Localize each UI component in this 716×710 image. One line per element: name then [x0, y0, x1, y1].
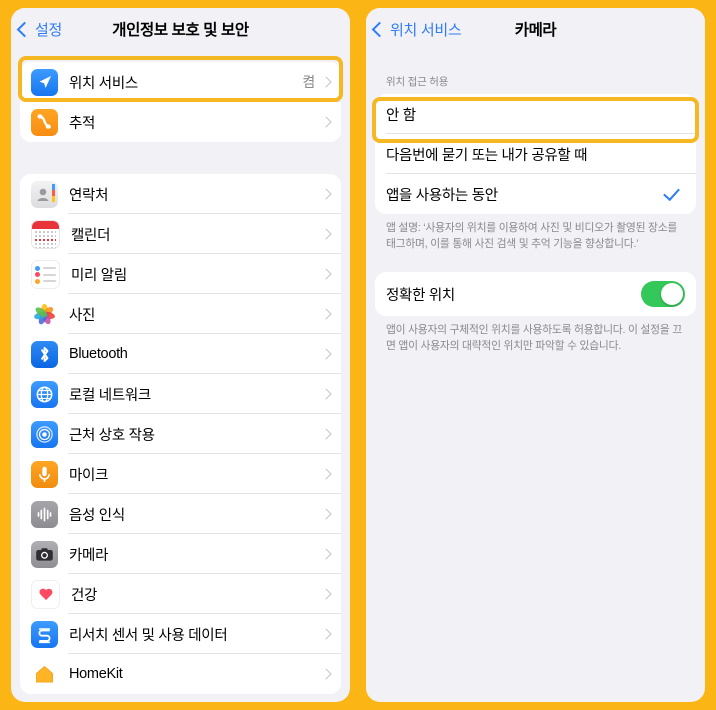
- row-label: 연락처: [69, 187, 109, 204]
- row-nearby-interactions[interactable]: 근처 상호 작용: [20, 414, 341, 454]
- row-label: 음성 인식: [69, 507, 125, 524]
- microphone-icon: [31, 460, 58, 488]
- checkmark-icon: [663, 183, 680, 201]
- row-research-sensor[interactable]: 리서치 센서 및 사용 데이터: [20, 614, 341, 654]
- row-label: 정확한 위치: [386, 287, 455, 304]
- option-label: 다음번에 묻기 또는 내가 공유할 때: [386, 147, 588, 164]
- row-label: 위치 서비스: [69, 75, 138, 92]
- row-local-network[interactable]: 로컬 네트워크: [20, 374, 341, 414]
- row-speech-recognition[interactable]: 음성 인식: [20, 494, 341, 534]
- row-calendar[interactable]: 캘린더: [20, 214, 341, 254]
- chevron-right-icon: [320, 548, 332, 560]
- speech-recognition-icon: [31, 500, 58, 528]
- privacy-settings-panel: 설정 개인정보 보호 및 보안 위치 서비스 켬 추적 연락처 캘린더 미리 알…: [11, 8, 350, 702]
- calendar-icon: [31, 219, 60, 249]
- chevron-right-icon: [320, 588, 332, 600]
- chevron-left-icon: [371, 21, 388, 37]
- left-navigation-bar: 설정 개인정보 보호 및 보안: [11, 8, 350, 50]
- row-photos[interactable]: 사진: [20, 294, 341, 334]
- tracking-icon: [31, 108, 58, 136]
- back-to-location-services-button[interactable]: 위치 서비스: [366, 19, 462, 40]
- toggle-knob: [661, 283, 683, 306]
- row-reminders[interactable]: 미리 알림: [20, 254, 341, 294]
- row-label: 사진: [69, 307, 96, 324]
- row-value: 켬: [302, 74, 315, 90]
- row-bluetooth[interactable]: Bluetooth: [20, 334, 341, 374]
- row-microphone[interactable]: 마이크: [20, 454, 341, 494]
- app-permissions-card: 연락처 캘린더 미리 알림 사진 Bluetooth 로컬 네트워크 근처 상호…: [20, 174, 341, 694]
- option-while-using-app[interactable]: 앱을 사용하는 동안: [375, 174, 696, 214]
- chevron-right-icon: [320, 508, 332, 520]
- camera-icon: [31, 540, 58, 568]
- option-ask-next-time[interactable]: 다음번에 묻기 또는 내가 공유할 때: [375, 134, 696, 174]
- row-label: 리서치 센서 및 사용 데이터: [69, 627, 228, 644]
- option-label: 안 함: [386, 107, 416, 124]
- back-button-label: 설정: [35, 21, 63, 39]
- chevron-right-icon: [320, 388, 332, 400]
- chevron-right-icon: [320, 268, 332, 280]
- row-precise-location[interactable]: 정확한 위치: [375, 272, 696, 317]
- location-arrow-icon: [31, 68, 58, 96]
- row-location-services[interactable]: 위치 서비스 켬: [20, 62, 341, 102]
- chevron-right-icon: [320, 468, 332, 480]
- row-contacts[interactable]: 연락처: [20, 174, 341, 214]
- chevron-right-icon: [320, 668, 332, 680]
- row-label: Bluetooth: [69, 346, 128, 362]
- row-label: 로컬 네트워크: [69, 387, 151, 404]
- chevron-right-icon: [320, 428, 332, 440]
- row-label: 마이크: [69, 467, 109, 484]
- location-group-card: 위치 서비스 켬 추적: [20, 62, 341, 142]
- local-network-icon: [31, 380, 58, 408]
- contacts-icon: [31, 180, 58, 208]
- research-sensor-icon: [31, 620, 58, 648]
- bluetooth-icon: [31, 340, 58, 368]
- row-label: 추적: [69, 115, 96, 132]
- chevron-right-icon: [320, 628, 332, 640]
- row-label: HomeKit: [69, 666, 123, 682]
- row-label: 근처 상호 작용: [69, 427, 155, 444]
- chevron-right-icon: [320, 76, 332, 88]
- right-navigation-bar: 위치 서비스 카메라: [366, 8, 705, 50]
- precise-location-toggle[interactable]: [641, 281, 685, 308]
- nearby-interactions-icon: [31, 420, 58, 448]
- row-camera[interactable]: 카메라: [20, 534, 341, 574]
- option-label: 앱을 사용하는 동안: [386, 187, 498, 204]
- row-homekit[interactable]: HomeKit: [20, 654, 341, 694]
- screenshot-root: 설정 개인정보 보호 및 보안 위치 서비스 켬 추적 연락처 캘린더 미리 알…: [0, 0, 716, 710]
- row-label: 미리 알림: [71, 267, 127, 284]
- precise-location-card: 정확한 위치: [375, 272, 696, 317]
- back-button-label: 위치 서비스: [390, 21, 462, 39]
- row-health[interactable]: 건강: [20, 574, 341, 614]
- chevron-right-icon: [320, 116, 332, 128]
- row-tracking[interactable]: 추적: [20, 102, 341, 142]
- row-label: 캘린더: [71, 227, 111, 244]
- health-icon: [31, 579, 60, 609]
- precise-location-footer: 앱이 사용자의 구체적인 위치를 사용하도록 허용합니다. 이 설정을 끄면 앱…: [386, 324, 682, 352]
- photos-icon: [31, 300, 58, 328]
- chevron-left-icon: [16, 21, 33, 37]
- chevron-right-icon: [320, 348, 332, 360]
- chevron-right-icon: [320, 228, 332, 240]
- chevron-right-icon: [320, 308, 332, 320]
- camera-location-panel: 위치 서비스 카메라 위치 접근 허용 안 함 다음번에 묻기 또는 내가 공유…: [366, 8, 705, 702]
- location-access-options-card: 안 함 다음번에 묻기 또는 내가 공유할 때 앱을 사용하는 동안: [375, 94, 696, 214]
- chevron-right-icon: [320, 188, 332, 200]
- back-to-settings-button[interactable]: 설정: [11, 19, 62, 40]
- option-never[interactable]: 안 함: [375, 94, 696, 134]
- app-description-footer: 앱 설명: ‘사용자의 위치를 이용하여 사진 및 비디오가 촬영된 장소를 태…: [386, 222, 678, 250]
- location-access-section-header: 위치 접근 허용: [386, 76, 449, 88]
- homekit-icon: [31, 660, 58, 688]
- reminders-icon: [31, 259, 60, 289]
- row-label: 건강: [71, 587, 98, 604]
- row-label: 카메라: [69, 547, 109, 564]
